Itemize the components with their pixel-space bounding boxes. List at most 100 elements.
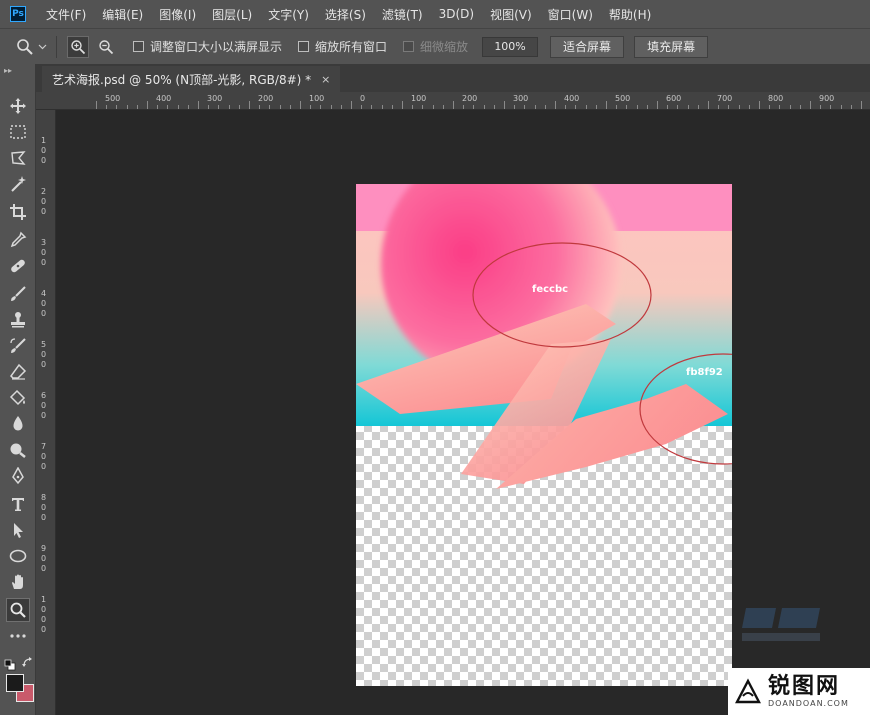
- ruler-tick: [341, 105, 342, 109]
- chevron-down-icon[interactable]: [36, 36, 48, 58]
- menu-image[interactable]: 图像(I): [159, 6, 196, 23]
- zoom-icon[interactable]: [6, 598, 30, 622]
- swap-colors-icon[interactable]: [22, 654, 34, 667]
- fit-screen-button[interactable]: 适合屏幕: [550, 35, 625, 58]
- eraser-icon[interactable]: [6, 360, 30, 384]
- move-icon[interactable]: [6, 94, 30, 118]
- pen-icon[interactable]: [6, 464, 30, 488]
- ruler-tick: [830, 105, 831, 109]
- menu-help[interactable]: 帮助(H): [609, 6, 651, 23]
- vertical-ruler[interactable]: 100 200 300 400 500 600 700 800 900 1000: [36, 110, 56, 715]
- watermark-mark-icon: [735, 677, 761, 703]
- horizontal-ruler[interactable]: 500 400 300 200 100 0 100 200 300 400 50…: [36, 92, 870, 110]
- blur-icon[interactable]: [6, 412, 30, 436]
- hand-icon[interactable]: [6, 570, 30, 594]
- close-icon[interactable]: ×: [321, 73, 330, 86]
- menu-filter[interactable]: 滤镜(T): [382, 6, 423, 23]
- document-tab-title: 艺术海报.psd @ 50% (N顶部-光影, RGB/8#) *: [52, 72, 312, 87]
- brush-icon[interactable]: [6, 282, 30, 306]
- marquee-icon[interactable]: [6, 120, 30, 144]
- ruler-tick: [188, 105, 189, 109]
- ruler-tick: [402, 101, 403, 109]
- annotation-label-top: feccbc: [532, 284, 568, 295]
- ruler-tick: [575, 105, 576, 109]
- ruler-label: 200: [462, 94, 478, 103]
- magic-wand-icon[interactable]: [6, 172, 30, 196]
- ruler-tick: [596, 105, 597, 109]
- ruler-label: 400: [41, 289, 47, 318]
- default-colors-icon[interactable]: [4, 656, 16, 671]
- ruler-tick: [422, 105, 423, 109]
- ruler-label: 600: [41, 391, 47, 420]
- zoom-all-windows-checkbox[interactable]: 缩放所有窗口: [298, 38, 387, 55]
- checkbox-box: [403, 41, 415, 52]
- ruler-label: 400: [156, 94, 172, 103]
- lasso-icon[interactable]: [6, 146, 30, 170]
- ruler-label: 500: [615, 94, 631, 103]
- eyedropper-icon[interactable]: [6, 228, 30, 252]
- path-select-icon[interactable]: [6, 518, 30, 542]
- ruler-label: 900: [819, 94, 835, 103]
- tools-panel: ▸▸: [0, 64, 36, 715]
- collapse-arrows-icon[interactable]: ▸▸: [4, 66, 12, 75]
- resize-windows-label: 调整窗口大小以满屏显示: [150, 40, 283, 54]
- ruler-tick: [555, 101, 556, 109]
- paint-bucket-icon[interactable]: [6, 386, 30, 410]
- ruler-label: 800: [768, 94, 784, 103]
- ruler-tick: [769, 105, 770, 109]
- ruler-tick: [606, 101, 607, 109]
- menu-edit[interactable]: 编辑(E): [102, 6, 143, 23]
- ruler-label: 700: [717, 94, 733, 103]
- ruler-tick: [147, 101, 148, 109]
- foreground-color-swatch[interactable]: [6, 674, 24, 692]
- watermark-logo: 锐图网 DOANDOAN.COM: [728, 668, 870, 715]
- menu-type[interactable]: 文字(Y): [268, 6, 309, 23]
- ruler-tick: [473, 105, 474, 109]
- menu-file[interactable]: 文件(F): [46, 6, 86, 23]
- menu-3d[interactable]: 3D(D): [439, 7, 474, 21]
- ruler-tick: [269, 105, 270, 109]
- ruler-tick: [361, 105, 362, 109]
- ruler-tick: [290, 105, 291, 109]
- ruler-tick: [392, 105, 393, 109]
- dodge-icon[interactable]: [6, 438, 30, 462]
- resize-windows-checkbox[interactable]: 调整窗口大小以满屏显示: [133, 38, 282, 55]
- menu-layer[interactable]: 图层(L): [212, 6, 252, 23]
- history-brush-icon[interactable]: [6, 334, 30, 358]
- crop-icon[interactable]: [6, 200, 30, 224]
- more-tools-icon[interactable]: [6, 624, 30, 648]
- options-bar: 调整窗口大小以满屏显示 缩放所有窗口 细微缩放 100% 适合屏幕 填充屏幕: [0, 28, 870, 64]
- ellipse-icon[interactable]: [6, 544, 30, 568]
- ruler-label: 900: [41, 544, 47, 573]
- healing-brush-icon[interactable]: [6, 254, 30, 278]
- ruler-label: 600: [666, 94, 682, 103]
- ruler-tick: [208, 105, 209, 109]
- type-icon[interactable]: [6, 492, 30, 516]
- checkbox-box[interactable]: [133, 41, 144, 52]
- ruler-label: 500: [105, 94, 121, 103]
- zoom-tool-preset-icon[interactable]: [14, 36, 36, 58]
- stamp-icon[interactable]: [6, 308, 30, 332]
- fill-screen-button[interactable]: 填充屏幕: [634, 35, 709, 58]
- ruler-tick: [249, 101, 250, 109]
- ruler-label: 700: [41, 442, 47, 471]
- checkbox-box[interactable]: [298, 41, 310, 52]
- menu-window[interactable]: 窗口(W): [548, 6, 593, 23]
- ruler-tick: [851, 105, 852, 109]
- zoom-out-icon[interactable]: [95, 36, 117, 58]
- photoshop-logo-icon: Ps: [10, 6, 26, 22]
- ruler-label: 300: [207, 94, 223, 103]
- zoom-level-field[interactable]: 100%: [482, 36, 539, 57]
- ruler-tick: [443, 105, 444, 109]
- menu-view[interactable]: 视图(V): [490, 6, 532, 23]
- ruler-tick: [178, 105, 179, 109]
- ruler-tick: [463, 105, 464, 109]
- menu-select[interactable]: 选择(S): [325, 6, 366, 23]
- ruler-tick: [637, 105, 638, 109]
- document-tab[interactable]: 艺术海报.psd @ 50% (N顶部-光影, RGB/8#) * ×: [42, 66, 341, 92]
- document-canvas[interactable]: feccbc fb8f92: [356, 184, 732, 686]
- zoom-all-windows-label: 缩放所有窗口: [315, 40, 388, 54]
- ruler-tick: [382, 105, 383, 109]
- ruler-tick: [698, 105, 699, 109]
- zoom-in-icon[interactable]: [67, 35, 89, 58]
